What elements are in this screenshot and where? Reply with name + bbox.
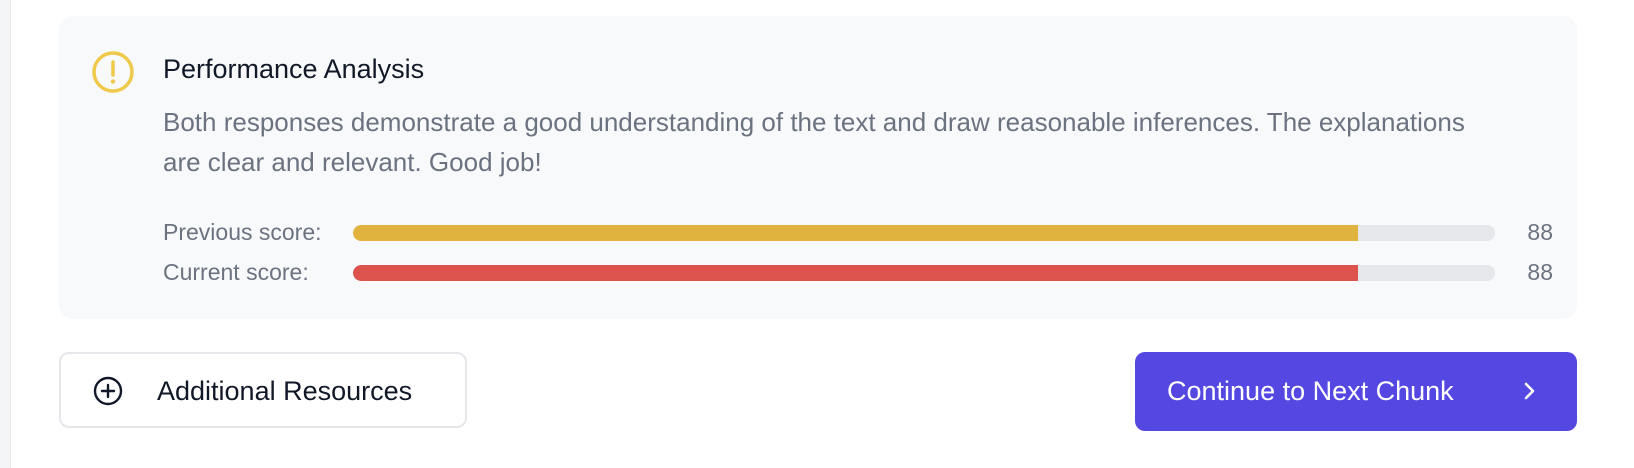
analysis-description: Both responses demonstrate a good unders… [163,107,1465,177]
previous-score-value: 88 [1527,219,1553,245]
continue-next-chunk-label: Continue to Next Chunk [1167,376,1454,406]
current-score-row: Current score: 88 [163,257,1553,287]
previous-score-row: Previous score: 88 [163,217,1553,247]
current-score-fill [353,265,1358,281]
analysis-title: Performance Analysis [163,54,425,84]
additional-resources-label: Additional Resources [157,376,413,406]
current-score-bar [353,265,1495,281]
performance-analysis-panel: Performance Analysis Both responses demo… [59,16,1577,319]
previous-score-label: Previous score: [163,219,322,245]
current-score-value: 88 [1527,259,1553,285]
plus-circle-icon [93,376,123,406]
additional-resources-button[interactable]: Additional Resources [59,352,467,428]
continue-next-chunk-button[interactable]: Continue to Next Chunk [1135,352,1577,431]
previous-score-fill [353,225,1358,241]
previous-score-bar [353,225,1495,241]
results-card: Performance Analysis Both responses demo… [10,0,1634,468]
current-score-label: Current score: [163,259,309,285]
warning-circle-icon [92,51,134,93]
chevron-right-icon [1524,382,1535,400]
